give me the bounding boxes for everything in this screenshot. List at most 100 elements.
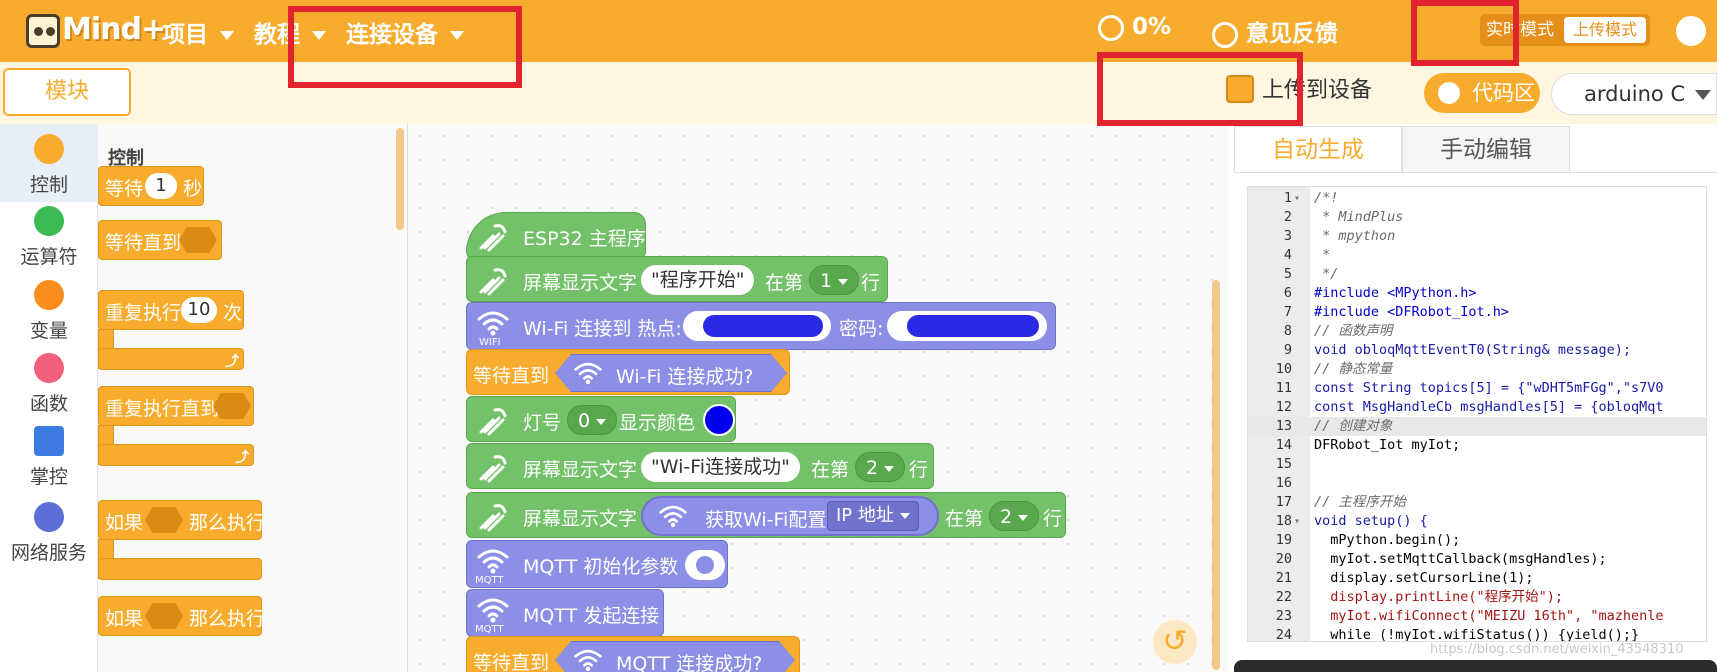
wifi-config-option-dropdown[interactable]: IP 地址 xyxy=(827,501,919,531)
condition-slot xyxy=(145,507,183,533)
chevron-down-icon xyxy=(596,418,607,425)
block-label: ESP32 主程序 xyxy=(523,228,646,250)
mqtt-connected-condition[interactable]: MQTT 连接成功? xyxy=(555,641,795,672)
code-line: 13 // 创建对象 xyxy=(1248,417,1706,436)
category-handpy[interactable]: 掌控 xyxy=(0,416,98,494)
palette-scrollbar[interactable] xyxy=(396,128,404,230)
chevron-down-icon xyxy=(1695,90,1712,100)
code-line: 2 * MindPlus xyxy=(1248,208,1706,227)
block-label: 密码: xyxy=(839,318,884,340)
code-text: const String topics[5] = {"wDHT5mFGg","s… xyxy=(1314,380,1664,396)
code-text: */ xyxy=(1314,266,1339,282)
console-bar[interactable] xyxy=(1234,660,1717,672)
feedback-button[interactable]: 意见反馈 xyxy=(1212,14,1338,48)
line-number: 8 xyxy=(1283,323,1292,339)
code-area-button[interactable]: 代码区 xyxy=(1424,73,1540,113)
display-wifi-config-block[interactable]: 屏幕显示文字 获取Wi-Fi配置 IP 地址 在第 2 行 xyxy=(466,492,1066,538)
wait-until-mqtt-block[interactable]: 等待直到 MQTT 连接成功? xyxy=(466,636,800,672)
block-label: 行 xyxy=(1043,508,1063,530)
code-line: 20 myIot.setMqttCallback(msgHandles); xyxy=(1248,550,1706,569)
repeat-count-input[interactable]: 10 xyxy=(181,297,217,323)
condition-slot xyxy=(179,227,217,253)
menu-project[interactable]: 项目 xyxy=(162,15,234,49)
tab-auto-generate[interactable]: 自动生成 xyxy=(1234,126,1402,172)
menu-project-label: 项目 xyxy=(162,22,208,48)
code-text: display.setCursorLine(1); xyxy=(1314,570,1534,586)
settings-button[interactable] xyxy=(685,550,725,580)
handpy-icon xyxy=(479,268,507,296)
highlight-upload-mode xyxy=(1411,0,1519,66)
watermark: https://blog.csdn.net/weixin_43548310 xyxy=(1430,642,1684,657)
display-text-block[interactable]: 屏幕显示文字 "Wi-Fi连接成功" 在第 2 行 xyxy=(466,443,934,489)
redacted-scribble xyxy=(907,315,1039,337)
code-text: * xyxy=(1314,247,1331,263)
line-number: 1 xyxy=(1283,190,1292,206)
display-text-input[interactable]: "Wi-Fi连接成功" xyxy=(641,452,800,482)
board-select[interactable]: arduino C xyxy=(1551,73,1717,115)
mqtt-init-block[interactable]: MQTT MQTT 初始化参数 xyxy=(466,540,728,588)
repeat-times-block[interactable]: 重复执行 10 次 xyxy=(98,290,244,330)
undo-icon[interactable]: ↺ xyxy=(1153,620,1197,664)
fold-arrow-icon[interactable]: ▾ xyxy=(1294,189,1300,208)
code-line: 9 void obloqMqttEventT0(String& message); xyxy=(1248,341,1706,360)
wait-seconds-input[interactable]: 1 xyxy=(145,173,177,199)
condition-slot xyxy=(145,603,183,629)
line-number-dropdown[interactable]: 2 xyxy=(989,501,1040,531)
category-functions[interactable]: 函数 xyxy=(0,343,98,421)
display-text-input[interactable]: "程序开始" xyxy=(641,265,755,295)
modules-button[interactable]: 模块 xyxy=(3,68,131,116)
code-text: const MsgHandleCb msgHandles[5] = {obloq… xyxy=(1314,399,1664,415)
code-line: 14 DFRobot_Iot myIot; xyxy=(1248,436,1706,455)
wifi-config-reporter[interactable]: 获取Wi-Fi配置 IP 地址 xyxy=(641,496,939,536)
category-network[interactable]: 网络服务 xyxy=(0,492,98,570)
robot-icon xyxy=(26,14,60,48)
redacted-scribble xyxy=(703,315,823,337)
code-editor[interactable]: 1 ▾/*! 2 * MindPlus 3 * mpython 4 * 5 */6 #inc… xyxy=(1247,186,1707,642)
fold-arrow-icon[interactable]: ▾ xyxy=(1294,512,1300,531)
wifi-connect-block[interactable]: WIFI Wi-Fi 连接到 热点: 密码: xyxy=(466,302,1056,350)
wifi-connected-condition[interactable]: Wi-Fi 连接成功? xyxy=(555,354,787,392)
category-label: 函数 xyxy=(29,393,68,415)
highlight-connect-device xyxy=(288,6,522,88)
block-label: 等待直到 xyxy=(473,365,550,387)
led-index-value: 0 xyxy=(578,410,591,432)
line-number: 18 xyxy=(1275,513,1292,529)
block-label: 等待 xyxy=(105,178,144,200)
category-control[interactable]: 控制 xyxy=(0,124,98,202)
line-number: 3 xyxy=(1283,228,1292,244)
progress-value: 0% xyxy=(1132,14,1172,40)
esp32-main-hat-block[interactable]: ESP32 主程序 xyxy=(466,212,646,258)
display-text-block[interactable]: 屏幕显示文字 "程序开始" 在第 1 行 xyxy=(466,256,888,302)
category-operators[interactable]: 运算符 xyxy=(0,196,98,274)
check-icon xyxy=(1438,82,1460,104)
block-label: 等待直到 xyxy=(105,232,182,254)
line-number-dropdown[interactable]: 2 xyxy=(855,452,906,482)
led-index-dropdown[interactable]: 0 xyxy=(567,405,618,435)
chevron-down-icon xyxy=(884,465,895,472)
if-then-block[interactable]: 如果 那么执行 xyxy=(98,500,265,540)
wait-seconds-block[interactable]: 等待 1 秒 xyxy=(98,166,204,206)
variables-dot-icon xyxy=(34,280,64,310)
if-else-block[interactable]: 如果 那么执行 xyxy=(98,596,265,636)
tab-manual-edit[interactable]: 手动编辑 xyxy=(1402,126,1570,172)
code-text: // 主程序开始 xyxy=(1314,494,1406,510)
upload-mode-option[interactable]: 上传模式 xyxy=(1564,17,1646,43)
category-variables[interactable]: 变量 xyxy=(0,270,98,348)
workspace-scrollbar[interactable] xyxy=(1212,280,1220,670)
led-color-block[interactable]: 灯号 0 显示颜色 xyxy=(466,396,736,442)
wait-until-block[interactable]: 等待直到 xyxy=(98,220,222,260)
highlight-upload-to-device xyxy=(1097,52,1303,126)
mqtt-connect-block[interactable]: MQTT MQTT 发起连接 xyxy=(466,589,664,637)
line-number: 15 xyxy=(1275,456,1292,472)
color-picker[interactable] xyxy=(703,404,735,436)
control-dot-icon xyxy=(34,134,64,164)
wait-until-wifi-block[interactable]: 等待直到 Wi-Fi 连接成功? xyxy=(466,349,790,395)
line-number-dropdown[interactable]: 1 xyxy=(809,265,860,295)
code-text: #include <DFRobot_Iot.h> xyxy=(1314,304,1510,320)
code-text: // 创建对象 xyxy=(1314,418,1393,434)
code-line: 17 // 主程序开始 xyxy=(1248,493,1706,512)
extension-icon[interactable] xyxy=(1676,16,1706,46)
line-number: 5 xyxy=(1283,266,1292,282)
repeat-until-block[interactable]: 重复执行直到 xyxy=(98,386,254,426)
condition-slot xyxy=(213,393,251,419)
